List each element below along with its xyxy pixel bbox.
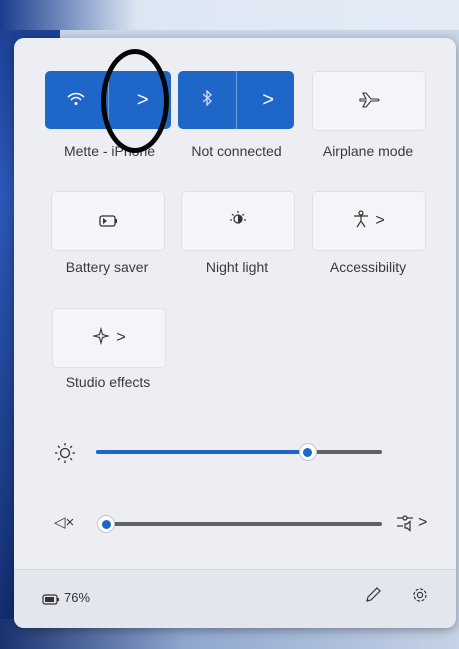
chevron-right-icon[interactable]: > [418, 514, 427, 532]
chevron-right-icon: > [116, 329, 126, 346]
airplane-icon [358, 90, 380, 113]
accessibility-icon [353, 209, 369, 233]
brightness-slider-fill [96, 450, 308, 454]
brightness-icon [54, 442, 76, 469]
airplane-mode-tile[interactable] [312, 71, 426, 131]
battery-saver-tile[interactable] [51, 191, 165, 251]
battery-saver-label: Battery saver [65, 259, 149, 275]
battery-icon[interactable] [42, 590, 60, 611]
bluetooth-label: Not connected [191, 143, 282, 159]
volume-muted-icon[interactable]: ◁× [54, 513, 74, 531]
gear-icon[interactable] [411, 586, 429, 609]
wifi-toggle[interactable] [45, 71, 108, 129]
chevron-right-icon: > [375, 212, 385, 229]
bluetooth-icon [201, 88, 213, 111]
annotation-circle [101, 49, 169, 153]
volume-slider-thumb[interactable] [97, 515, 115, 533]
volume-slider-track[interactable] [106, 522, 382, 526]
airplane-mode-label: Airplane mode [322, 143, 414, 159]
bluetooth-expand-button[interactable]: > [235, 71, 295, 129]
wifi-icon [67, 90, 85, 111]
bluetooth-toggle[interactable] [178, 71, 236, 129]
night-light-icon [229, 210, 247, 233]
night-light-tile[interactable] [181, 191, 295, 251]
chevron-right-icon: > [262, 88, 275, 111]
studio-effects-icon [92, 326, 111, 350]
wifi-label: Mette - iPhone [63, 143, 156, 159]
battery-percent[interactable]: 76% [64, 590, 90, 605]
accessibility-tile[interactable]: > [312, 191, 426, 251]
studio-effects-tile[interactable]: > [52, 308, 166, 368]
accessibility-label: Accessibility [329, 259, 407, 275]
desktop-background-top [0, 0, 459, 30]
studio-effects-label: Studio effects [65, 374, 151, 390]
audio-output-icon[interactable] [396, 513, 414, 538]
brightness-slider-thumb[interactable] [298, 443, 317, 461]
battery-saver-icon [98, 211, 118, 232]
quick-settings-footer: 76% [14, 569, 456, 628]
quick-settings-panel: > > Mette - iPhone Not connected Airplan… [14, 38, 456, 628]
night-light-label: Night light [205, 259, 269, 275]
pencil-icon[interactable] [364, 586, 382, 609]
bluetooth-tile[interactable]: > [178, 71, 294, 129]
